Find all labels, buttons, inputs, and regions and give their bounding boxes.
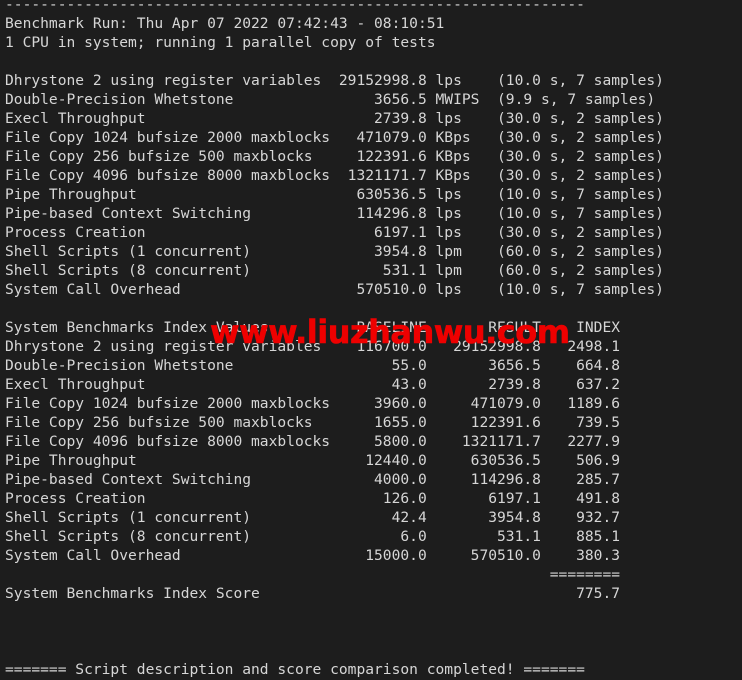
index-row: File Copy 1024 bufsize 2000 maxblocks 39… bbox=[5, 394, 742, 413]
cpu-info-line: 1 CPU in system; running 1 parallel copy… bbox=[5, 33, 742, 52]
result-row: Shell Scripts (1 concurrent) 3954.8 lpm … bbox=[5, 242, 742, 261]
spacer bbox=[5, 603, 742, 622]
result-row: File Copy 4096 bufsize 8000 maxblocks 13… bbox=[5, 166, 742, 185]
result-line-2: Execl Throughput 2739.8 lps (30.0 s, 2 s… bbox=[5, 110, 664, 127]
result-row: Execl Throughput 2739.8 lps (30.0 s, 2 s… bbox=[5, 109, 742, 128]
index-line-0: Dhrystone 2 using register variables 116… bbox=[5, 338, 620, 355]
index-line-8: Process Creation 126.0 6197.1 491.8 bbox=[5, 490, 620, 507]
index-line-1: Double-Precision Whetstone 55.0 3656.5 6… bbox=[5, 357, 620, 374]
result-row: Pipe-based Context Switching 114296.8 lp… bbox=[5, 204, 742, 223]
result-line-10: Shell Scripts (8 concurrent) 531.1 lpm (… bbox=[5, 262, 664, 279]
footer-line: ======= Script description and score com… bbox=[5, 660, 742, 679]
result-row: Double-Precision Whetstone 3656.5 MWIPS … bbox=[5, 90, 742, 109]
terminal-window: ----------------------------------------… bbox=[0, 0, 742, 680]
spacer bbox=[5, 299, 742, 318]
index-line-3: File Copy 1024 bufsize 2000 maxblocks 39… bbox=[5, 395, 620, 412]
result-line-8: Process Creation 6197.1 lps (30.0 s, 2 s… bbox=[5, 224, 664, 241]
index-row: Shell Scripts (8 concurrent) 6.0 531.1 8… bbox=[5, 527, 742, 546]
result-row: Dhrystone 2 using register variables 291… bbox=[5, 71, 742, 90]
index-line-2: Execl Throughput 43.0 2739.8 637.2 bbox=[5, 376, 620, 393]
index-line-9: Shell Scripts (1 concurrent) 42.4 3954.8… bbox=[5, 509, 620, 526]
index-line-11: System Call Overhead 15000.0 570510.0 38… bbox=[5, 547, 620, 564]
result-line-3: File Copy 1024 bufsize 2000 maxblocks 47… bbox=[5, 129, 664, 146]
terminal-output: ----------------------------------------… bbox=[5, 0, 742, 679]
spacer bbox=[5, 622, 742, 641]
index-line-5: File Copy 4096 bufsize 8000 maxblocks 58… bbox=[5, 433, 620, 450]
benchmark-run-line: Benchmark Run: Thu Apr 07 2022 07:42:43 … bbox=[5, 14, 742, 33]
index-score-line: System Benchmarks Index Score 775.7 bbox=[5, 584, 742, 603]
index-line-4: File Copy 256 bufsize 500 maxblocks 1655… bbox=[5, 414, 620, 431]
result-line-0: Dhrystone 2 using register variables 291… bbox=[5, 72, 664, 89]
result-line-7: Pipe-based Context Switching 114296.8 lp… bbox=[5, 205, 664, 222]
index-table-header: System Benchmarks Index Values BASELINE … bbox=[5, 318, 742, 337]
result-row: System Call Overhead 570510.0 lps (10.0 … bbox=[5, 280, 742, 299]
result-line-4: File Copy 256 bufsize 500 maxblocks 1223… bbox=[5, 148, 664, 165]
spacer bbox=[5, 52, 742, 71]
index-row: System Call Overhead 15000.0 570510.0 38… bbox=[5, 546, 742, 565]
index-line-10: Shell Scripts (8 concurrent) 6.0 531.1 8… bbox=[5, 528, 620, 545]
index-row: Double-Precision Whetstone 55.0 3656.5 6… bbox=[5, 356, 742, 375]
index-line-7: Pipe-based Context Switching 4000.0 1142… bbox=[5, 471, 620, 488]
spacer bbox=[5, 641, 742, 660]
index-separator: ======== bbox=[5, 565, 742, 584]
result-line-5: File Copy 4096 bufsize 8000 maxblocks 13… bbox=[5, 167, 664, 184]
index-line-6: Pipe Throughput 12440.0 630536.5 506.9 bbox=[5, 452, 620, 469]
result-row: Process Creation 6197.1 lps (30.0 s, 2 s… bbox=[5, 223, 742, 242]
index-row: Dhrystone 2 using register variables 116… bbox=[5, 337, 742, 356]
index-row: Execl Throughput 43.0 2739.8 637.2 bbox=[5, 375, 742, 394]
result-line-6: Pipe Throughput 630536.5 lps (10.0 s, 7 … bbox=[5, 186, 664, 203]
result-line-11: System Call Overhead 570510.0 lps (10.0 … bbox=[5, 281, 664, 298]
index-row: Pipe-based Context Switching 4000.0 1142… bbox=[5, 470, 742, 489]
result-row: Shell Scripts (8 concurrent) 531.1 lpm (… bbox=[5, 261, 742, 280]
index-row: File Copy 256 bufsize 500 maxblocks 1655… bbox=[5, 413, 742, 432]
result-row: Pipe Throughput 630536.5 lps (10.0 s, 7 … bbox=[5, 185, 742, 204]
index-row: Process Creation 126.0 6197.1 491.8 bbox=[5, 489, 742, 508]
index-row: Shell Scripts (1 concurrent) 42.4 3954.8… bbox=[5, 508, 742, 527]
index-row: File Copy 4096 bufsize 8000 maxblocks 58… bbox=[5, 432, 742, 451]
top-rule: ----------------------------------------… bbox=[5, 0, 742, 14]
index-row: Pipe Throughput 12440.0 630536.5 506.9 bbox=[5, 451, 742, 470]
result-line-9: Shell Scripts (1 concurrent) 3954.8 lpm … bbox=[5, 243, 664, 260]
result-row: File Copy 1024 bufsize 2000 maxblocks 47… bbox=[5, 128, 742, 147]
result-row: File Copy 256 bufsize 500 maxblocks 1223… bbox=[5, 147, 742, 166]
result-line-1: Double-Precision Whetstone 3656.5 MWIPS … bbox=[5, 91, 655, 108]
